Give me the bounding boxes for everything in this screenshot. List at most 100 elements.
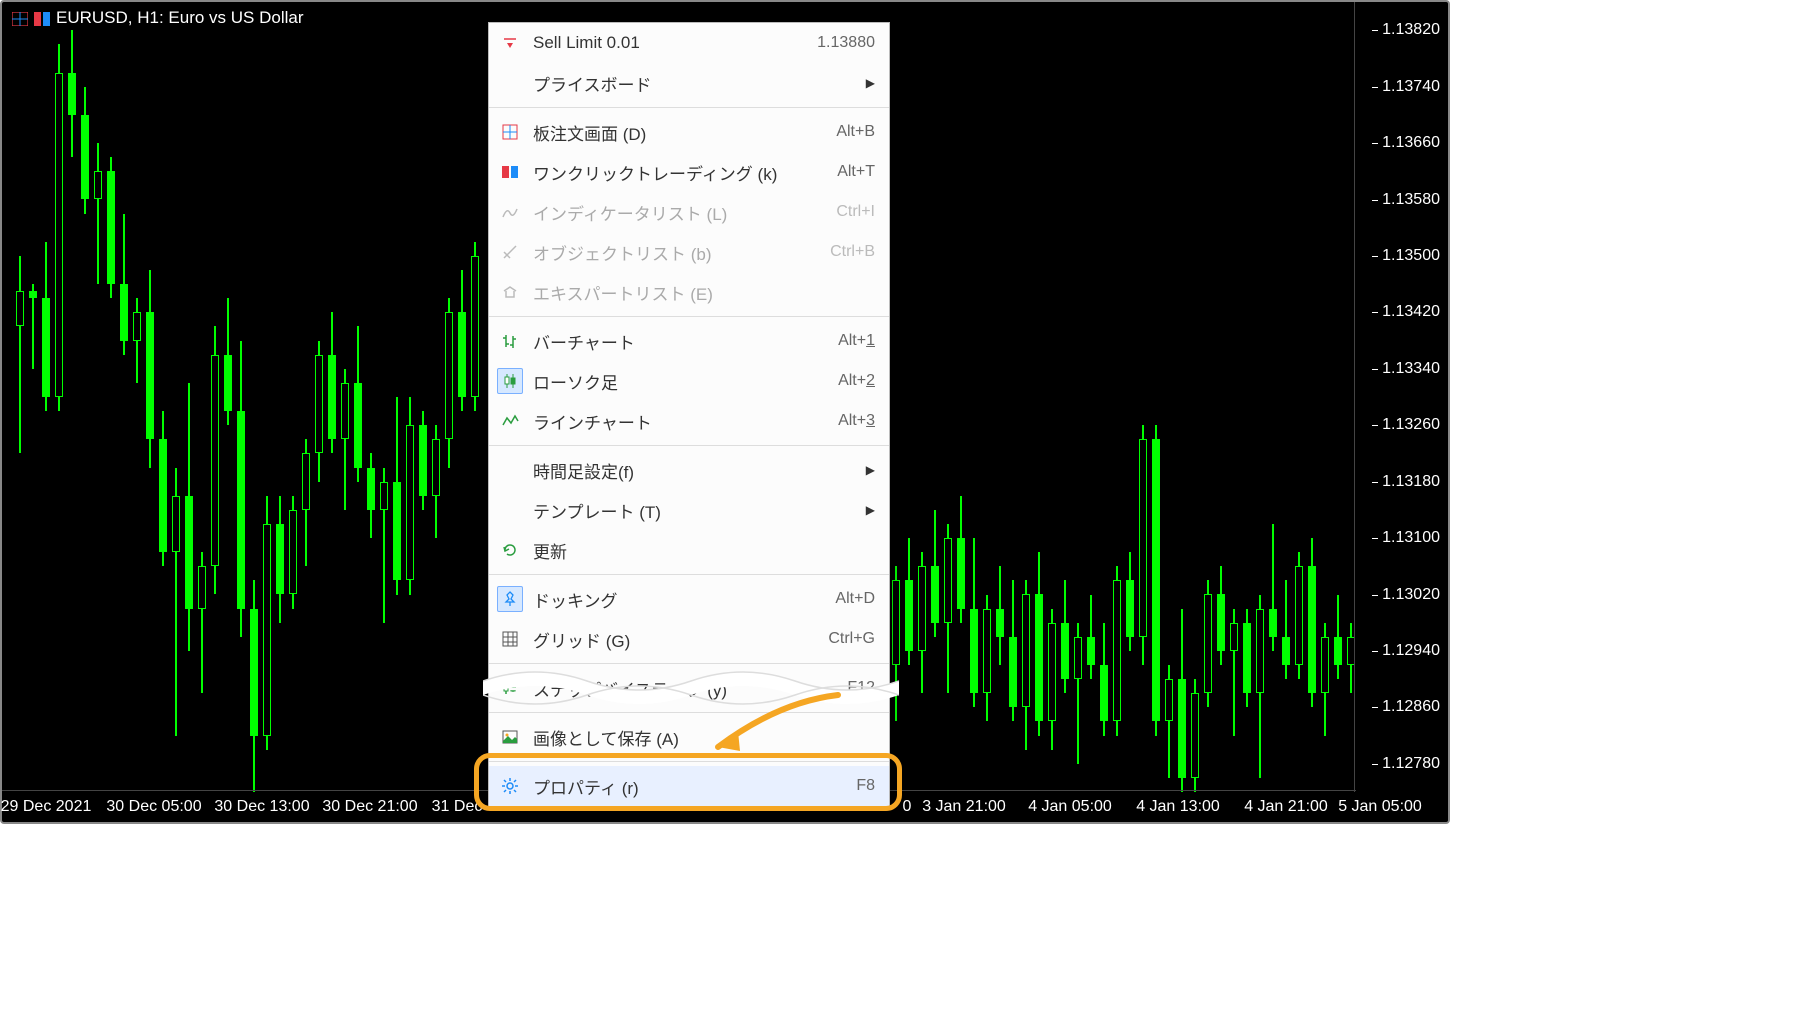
- oneclick-panel-icon: [34, 11, 50, 25]
- menu-item-label: ワンクリックトレーディング (k): [533, 160, 825, 185]
- time-tick: 4 Jan 13:00: [1136, 798, 1220, 816]
- candlestick: [1152, 425, 1160, 735]
- menu-item-item1[interactable]: プライスボード▶: [489, 63, 889, 103]
- expert-icon: [497, 279, 523, 305]
- candlestick: [1178, 609, 1186, 792]
- candlestick: [1048, 609, 1056, 750]
- price-tick: 1.13340: [1382, 360, 1440, 378]
- menu-item-barchart[interactable]: バーチャートAlt+1: [489, 321, 889, 361]
- menu-item-item14[interactable]: テンプレート (T) ▶: [489, 490, 889, 530]
- time-tick: 29 Dec 2021: [1, 798, 92, 816]
- chart-window[interactable]: EURUSD, H1: Euro vs US Dollar 1.138201.1…: [0, 0, 1450, 824]
- menu-separator: [489, 107, 889, 108]
- candlestick: [970, 538, 978, 707]
- time-tick: 0: [903, 798, 912, 816]
- price-tick: 1.13660: [1382, 134, 1440, 152]
- menu-item-dom[interactable]: 板注文画面 (D)Alt+B: [489, 112, 889, 152]
- candlestick: [68, 30, 76, 157]
- candlestick: [380, 468, 388, 623]
- submenu-arrow-icon: ▶: [866, 463, 875, 477]
- candlestick: [1321, 623, 1329, 736]
- menu-item-shortcut: Alt+2: [838, 372, 875, 390]
- time-tick: 30 Dec 13:00: [214, 798, 309, 816]
- menu-item-label: プロパティ (r): [533, 774, 844, 799]
- menu-item-label: ドッキング: [533, 587, 823, 612]
- candlestick: [29, 284, 37, 369]
- menu-item-label: ローソク足: [533, 369, 826, 394]
- candlestick: [367, 453, 375, 538]
- candlestick: [354, 326, 362, 481]
- candlestick: [107, 157, 115, 298]
- chart-context-menu: Sell Limit 0.011.13880プライスボード▶ 板注文画面 (D)A…: [488, 22, 890, 807]
- candlestick: [1217, 566, 1225, 665]
- candlestick: [1256, 595, 1264, 778]
- menu-item-shortcut: Alt+3: [838, 412, 875, 430]
- menu-item-label: 更新: [533, 538, 875, 563]
- candlestick: [146, 270, 154, 468]
- candlestick: [1113, 566, 1121, 735]
- menu-item-grid[interactable]: グリッド (G)Ctrl+G: [489, 619, 889, 659]
- chart-title-text: EURUSD, H1: Euro vs US Dollar: [56, 8, 304, 28]
- candlestick: [81, 87, 89, 214]
- menu-separator: [489, 445, 889, 446]
- candlestick: [120, 214, 128, 355]
- menu-item-gear[interactable]: プロパティ (r) F8: [489, 766, 889, 806]
- menu-item-step[interactable]: ステップバイステップ (y)F12: [489, 668, 889, 708]
- menu-item-candle[interactable]: ローソク足 Alt+2: [489, 361, 889, 401]
- candlestick: [1191, 679, 1199, 792]
- candlestick: [1139, 425, 1147, 665]
- step-icon: [497, 675, 523, 701]
- time-tick: 4 Jan 21:00: [1244, 798, 1328, 816]
- candlestick: [1308, 538, 1316, 707]
- price-axis[interactable]: 1.138201.137401.136601.135801.135001.134…: [1354, 2, 1448, 792]
- submenu-arrow-icon: ▶: [866, 503, 875, 517]
- candlestick: [55, 44, 63, 411]
- candlestick: [905, 538, 913, 665]
- candlestick: [42, 242, 50, 411]
- candlestick: [1100, 623, 1108, 736]
- candlestick: [458, 270, 466, 411]
- price-tick: 1.12780: [1382, 755, 1440, 773]
- menu-item-linechart[interactable]: ラインチャート Alt+3: [489, 401, 889, 441]
- candlestick: [172, 468, 180, 736]
- candlestick: [1035, 552, 1043, 735]
- menu-item-object: オブジェクトリスト (b)Ctrl+B: [489, 232, 889, 272]
- menu-item-pin[interactable]: ドッキングAlt+D: [489, 579, 889, 619]
- candlestick: [393, 397, 401, 595]
- candlestick: [276, 496, 284, 623]
- candlestick: [957, 496, 965, 623]
- menu-item-shortcut: F8: [856, 777, 875, 795]
- candlestick: [1126, 552, 1134, 651]
- candle-icon: [497, 368, 523, 394]
- candlestick: [289, 496, 297, 609]
- candlestick: [159, 411, 167, 566]
- price-tick: 1.13020: [1382, 586, 1440, 604]
- time-tick: 30 Dec 05:00: [106, 798, 201, 816]
- price-tick: 1.12860: [1382, 698, 1440, 716]
- menu-item-refresh[interactable]: 更新: [489, 530, 889, 570]
- blank-icon: [497, 497, 523, 523]
- menu-item-shortcut: Ctrl+G: [828, 630, 875, 648]
- menu-item-saveimg[interactable]: 画像として保存 (A): [489, 717, 889, 757]
- candlestick: [263, 496, 271, 750]
- price-tick: 1.13500: [1382, 247, 1440, 265]
- menu-item-label: テンプレート (T): [533, 498, 856, 523]
- candlestick: [471, 242, 479, 411]
- pin-icon: [497, 586, 523, 612]
- linechart-icon: [497, 408, 523, 434]
- candlestick: [1230, 609, 1238, 736]
- menu-item-label: インディケータリスト (L): [533, 200, 824, 225]
- gear-icon: [497, 773, 523, 799]
- blank-icon: [497, 457, 523, 483]
- menu-item-shortcut: Alt+B: [836, 123, 875, 141]
- menu-item-label: ラインチャート: [533, 409, 826, 434]
- menu-item-item13[interactable]: 時間足設定(f)▶: [489, 450, 889, 490]
- candlestick: [302, 439, 310, 566]
- candlestick: [983, 595, 991, 722]
- menu-item-expert: エキスパートリスト (E): [489, 272, 889, 312]
- menu-item-oneclick[interactable]: ワンクリックトレーディング (k)Alt+T: [489, 152, 889, 192]
- menu-item-indicator: インディケータリスト (L)Ctrl+I: [489, 192, 889, 232]
- candlestick: [133, 298, 141, 383]
- candlestick: [1204, 580, 1212, 707]
- menu-item-sell-limit[interactable]: Sell Limit 0.011.13880: [489, 23, 889, 63]
